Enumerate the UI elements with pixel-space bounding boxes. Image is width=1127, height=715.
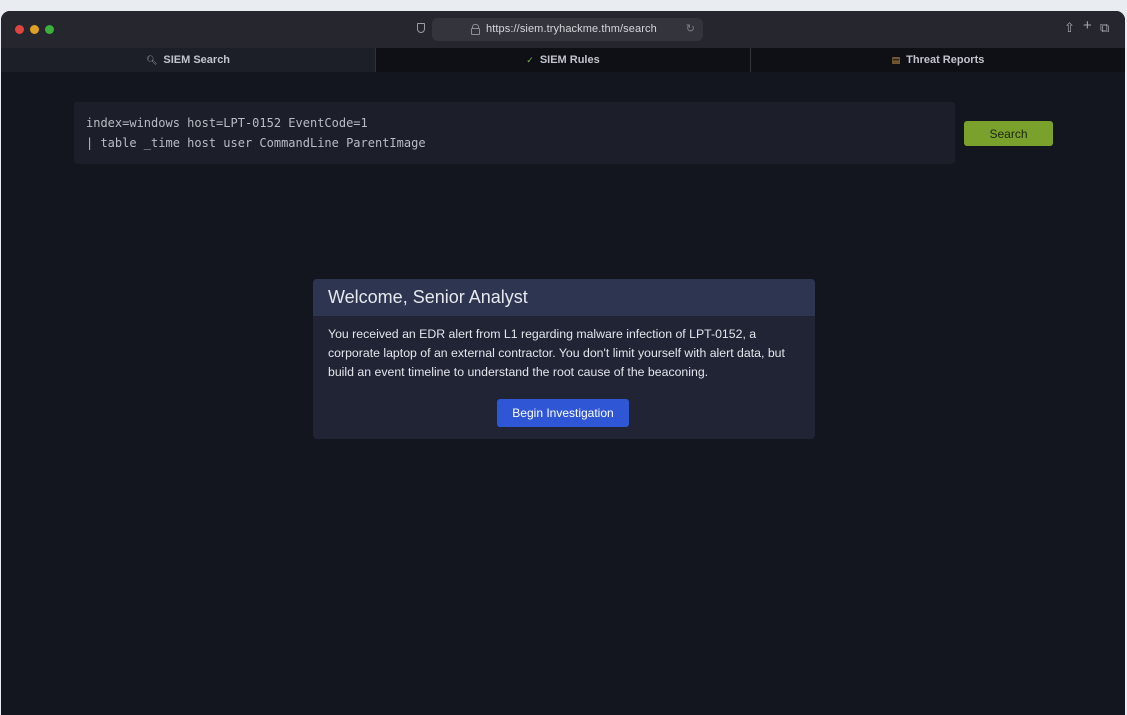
new-tab-icon[interactable]: + (1083, 18, 1092, 33)
tab-siem-rules[interactable]: ✓ SIEM Rules (376, 48, 751, 72)
modal-header: Welcome, Senior Analyst (313, 279, 815, 316)
welcome-modal: Welcome, Senior Analyst You received an … (313, 279, 815, 439)
tab-overview-icon[interactable]: ⧉ (1100, 21, 1109, 35)
share-icon[interactable]: ⇧ (1064, 21, 1075, 35)
minimize-window-button[interactable] (30, 25, 39, 34)
lock-icon (471, 24, 480, 35)
search-query-input[interactable]: index=windows host=LPT-0152 EventCode=1 … (74, 102, 955, 164)
shield-check-icon: ✓ (526, 54, 534, 65)
address-url: https://siem.tryhackme.thm/search (486, 23, 657, 35)
privacy-shield-icon[interactable] (417, 23, 425, 33)
begin-investigation-button[interactable]: Begin Investigation (497, 399, 629, 427)
maximize-window-button[interactable] (45, 25, 54, 34)
tab-label: SIEM Rules (539, 54, 600, 66)
tab-siem-search[interactable]: 🔍︎ SIEM Search (1, 48, 376, 72)
modal-title: Welcome, Senior Analyst (328, 287, 528, 307)
document-icon: ▤ (891, 54, 901, 65)
title-bar: https://siem.tryhackme.thm/search ↻ ⇧ + … (1, 11, 1125, 48)
query-line-2: | table _time host user CommandLine Pare… (86, 136, 426, 150)
tab-label: Threat Reports (906, 54, 985, 66)
query-line-1: index=windows host=LPT-0152 EventCode=1 (86, 116, 368, 130)
search-button[interactable]: Search (964, 121, 1053, 146)
modal-body-text: You received an EDR alert from L1 regard… (328, 327, 785, 379)
browser-window: https://siem.tryhackme.thm/search ↻ ⇧ + … (1, 11, 1125, 715)
address-bar[interactable]: https://siem.tryhackme.thm/search ↻ (432, 18, 703, 41)
tab-threat-reports[interactable]: ▤ Threat Reports (751, 48, 1125, 72)
tab-label: SIEM Search (163, 54, 231, 66)
app-tab-bar: 🔍︎ SIEM Search ✓ SIEM Rules ▤ Threat Rep… (1, 48, 1125, 72)
magnifier-icon: 🔍︎ (145, 54, 158, 65)
reload-icon[interactable]: ↻ (686, 22, 695, 35)
close-window-button[interactable] (15, 25, 24, 34)
